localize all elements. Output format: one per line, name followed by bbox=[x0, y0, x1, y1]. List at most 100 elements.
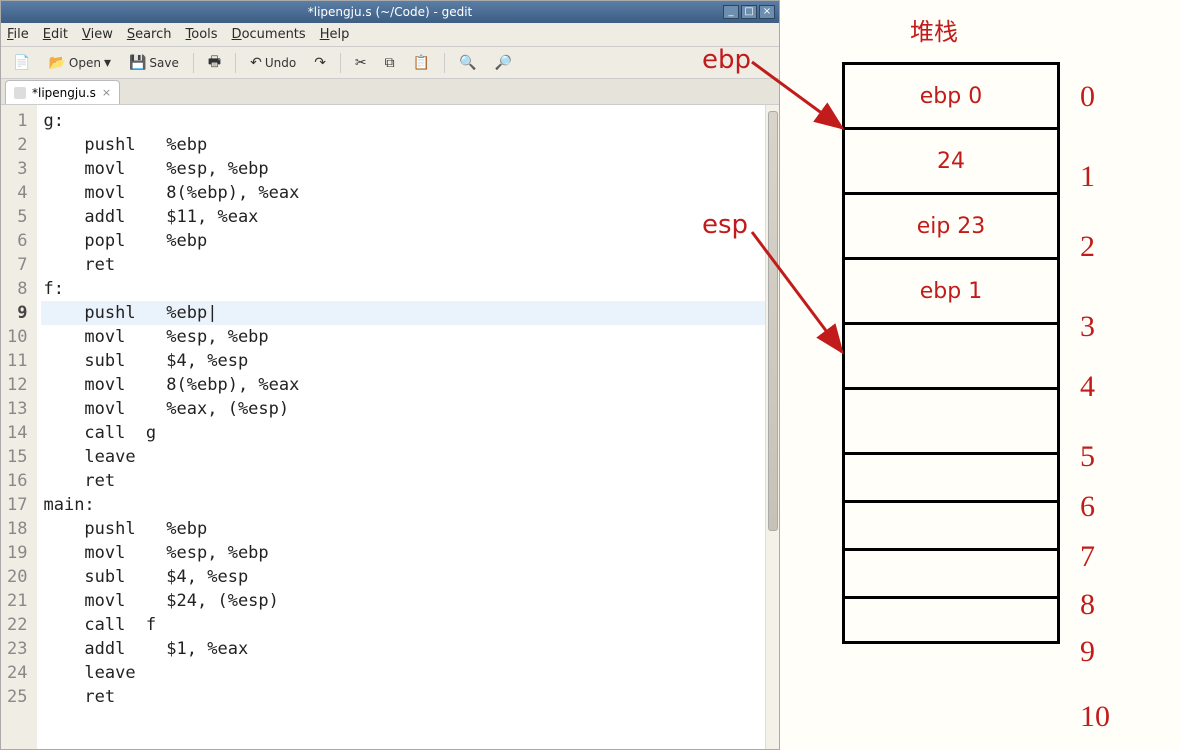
paste-button[interactable]: 📋 bbox=[407, 50, 436, 76]
save-button[interactable]: 💾Save bbox=[123, 50, 185, 76]
redo-icon: ↷ bbox=[314, 55, 326, 71]
code-line[interactable]: popl %ebp bbox=[41, 229, 765, 253]
esp-pointer-label: esp bbox=[702, 210, 748, 240]
line-number: 20 bbox=[7, 565, 31, 589]
code-line[interactable]: movl %esp, %ebp bbox=[41, 325, 765, 349]
code-line[interactable]: pushl %ebp| bbox=[41, 301, 765, 325]
menu-search[interactable]: Search bbox=[127, 27, 172, 42]
window-controls: _ □ × bbox=[723, 5, 775, 19]
code-line[interactable]: movl %eax, (%esp) bbox=[41, 397, 765, 421]
toolbar-separator bbox=[235, 53, 236, 73]
line-number: 4 bbox=[7, 181, 31, 205]
toolbar-separator bbox=[340, 53, 341, 73]
stack-index: 8 bbox=[1080, 588, 1095, 622]
editor: 1234567891011121314151617181920212223242… bbox=[1, 105, 779, 749]
scrollbar[interactable] bbox=[765, 105, 779, 749]
copy-button[interactable]: ⧉ bbox=[379, 50, 401, 76]
stack-cell: 24 bbox=[842, 127, 1060, 192]
close-button[interactable]: × bbox=[759, 5, 775, 19]
code-line[interactable]: g: bbox=[41, 109, 765, 133]
code-line[interactable]: ret bbox=[41, 469, 765, 493]
code-line[interactable]: leave bbox=[41, 445, 765, 469]
code-line[interactable]: subl $4, %esp bbox=[41, 565, 765, 589]
code-line[interactable]: movl $24, (%esp) bbox=[41, 589, 765, 613]
gedit-window: *lipengju.s (~/Code) - gedit _ □ × File … bbox=[0, 0, 780, 750]
paste-icon: 📋 bbox=[413, 55, 430, 71]
minimize-button[interactable]: _ bbox=[723, 5, 739, 19]
toolbar-separator bbox=[193, 53, 194, 73]
search-icon: 🔍 bbox=[459, 55, 476, 71]
code-line[interactable]: movl %esp, %ebp bbox=[41, 157, 765, 181]
stack-cell: eip 23 bbox=[842, 192, 1060, 257]
line-number: 3 bbox=[7, 157, 31, 181]
line-number: 23 bbox=[7, 637, 31, 661]
line-number: 22 bbox=[7, 613, 31, 637]
undo-button[interactable]: ↶Undo bbox=[244, 50, 302, 76]
window-title: *lipengju.s (~/Code) - gedit bbox=[308, 5, 473, 19]
line-number: 25 bbox=[7, 685, 31, 709]
stack-cell: ebp 1 bbox=[842, 257, 1060, 322]
save-icon: 💾 bbox=[129, 55, 146, 71]
stack-cell bbox=[842, 596, 1060, 644]
cut-button[interactable]: ✂ bbox=[349, 50, 373, 76]
menu-edit[interactable]: Edit bbox=[43, 27, 68, 42]
replace-button[interactable]: 🔎 bbox=[489, 50, 518, 76]
code-line[interactable]: movl 8(%ebp), %eax bbox=[41, 373, 765, 397]
menu-view[interactable]: View bbox=[82, 27, 113, 42]
redo-button[interactable]: ↷ bbox=[308, 50, 332, 76]
undo-icon: ↶ bbox=[250, 55, 262, 71]
code-line[interactable]: movl %esp, %ebp bbox=[41, 541, 765, 565]
print-button[interactable]: 🖶 bbox=[202, 50, 227, 76]
stack-cell bbox=[842, 500, 1060, 548]
stack-diagram: 堆栈 ebp 024eip 23ebp 1 012345678910 bbox=[780, 0, 1180, 750]
tab-label: *lipengju.s bbox=[32, 86, 96, 100]
scrollthumb[interactable] bbox=[768, 111, 778, 531]
line-number: 17 bbox=[7, 493, 31, 517]
menu-tools[interactable]: Tools bbox=[186, 27, 218, 42]
line-number: 8 bbox=[7, 277, 31, 301]
stack-cell: ebp 0 bbox=[842, 62, 1060, 127]
stack-cell bbox=[842, 322, 1060, 387]
menu-documents[interactable]: Documents bbox=[232, 27, 306, 42]
line-number-gutter: 1234567891011121314151617181920212223242… bbox=[1, 105, 37, 749]
menu-file[interactable]: File bbox=[7, 27, 29, 42]
line-number: 15 bbox=[7, 445, 31, 469]
code-line[interactable]: main: bbox=[41, 493, 765, 517]
code-line[interactable]: ret bbox=[41, 685, 765, 709]
line-number: 1 bbox=[7, 109, 31, 133]
stack-index: 1 bbox=[1080, 160, 1095, 194]
cut-icon: ✂ bbox=[355, 55, 367, 71]
line-number: 5 bbox=[7, 205, 31, 229]
stack-index: 4 bbox=[1080, 370, 1095, 404]
find-button[interactable]: 🔍 bbox=[453, 50, 482, 76]
ebp-pointer-label: ebp bbox=[702, 45, 751, 75]
toolbar: 📄 📂Open▾ 💾Save 🖶 ↶Undo ↷ ✂ ⧉ 📋 🔍 🔎 bbox=[1, 47, 779, 79]
code-line[interactable]: leave bbox=[41, 661, 765, 685]
line-number: 19 bbox=[7, 541, 31, 565]
new-button[interactable]: 📄 bbox=[7, 50, 36, 76]
maximize-button[interactable]: □ bbox=[741, 5, 757, 19]
code-area[interactable]: g: pushl %ebp movl %esp, %ebp movl 8(%eb… bbox=[37, 105, 765, 749]
line-number: 12 bbox=[7, 373, 31, 397]
menu-help[interactable]: Help bbox=[320, 27, 350, 42]
titlebar: *lipengju.s (~/Code) - gedit _ □ × bbox=[1, 1, 779, 23]
code-line[interactable]: ret bbox=[41, 253, 765, 277]
code-line[interactable]: addl $11, %eax bbox=[41, 205, 765, 229]
line-number: 13 bbox=[7, 397, 31, 421]
code-line[interactable]: movl 8(%ebp), %eax bbox=[41, 181, 765, 205]
code-line[interactable]: addl $1, %eax bbox=[41, 637, 765, 661]
print-icon: 🖶 bbox=[208, 51, 221, 75]
line-number: 21 bbox=[7, 589, 31, 613]
code-line[interactable]: call g bbox=[41, 421, 765, 445]
code-line[interactable]: subl $4, %esp bbox=[41, 349, 765, 373]
close-icon[interactable]: × bbox=[102, 86, 111, 99]
code-line[interactable]: pushl %ebp bbox=[41, 133, 765, 157]
tab-active[interactable]: *lipengju.s × bbox=[5, 80, 120, 104]
line-number: 6 bbox=[7, 229, 31, 253]
code-line[interactable]: pushl %ebp bbox=[41, 517, 765, 541]
stack-index: 6 bbox=[1080, 490, 1095, 524]
folder-icon: 📂 bbox=[48, 55, 65, 71]
code-line[interactable]: f: bbox=[41, 277, 765, 301]
code-line[interactable]: call f bbox=[41, 613, 765, 637]
open-button[interactable]: 📂Open▾ bbox=[42, 50, 117, 76]
